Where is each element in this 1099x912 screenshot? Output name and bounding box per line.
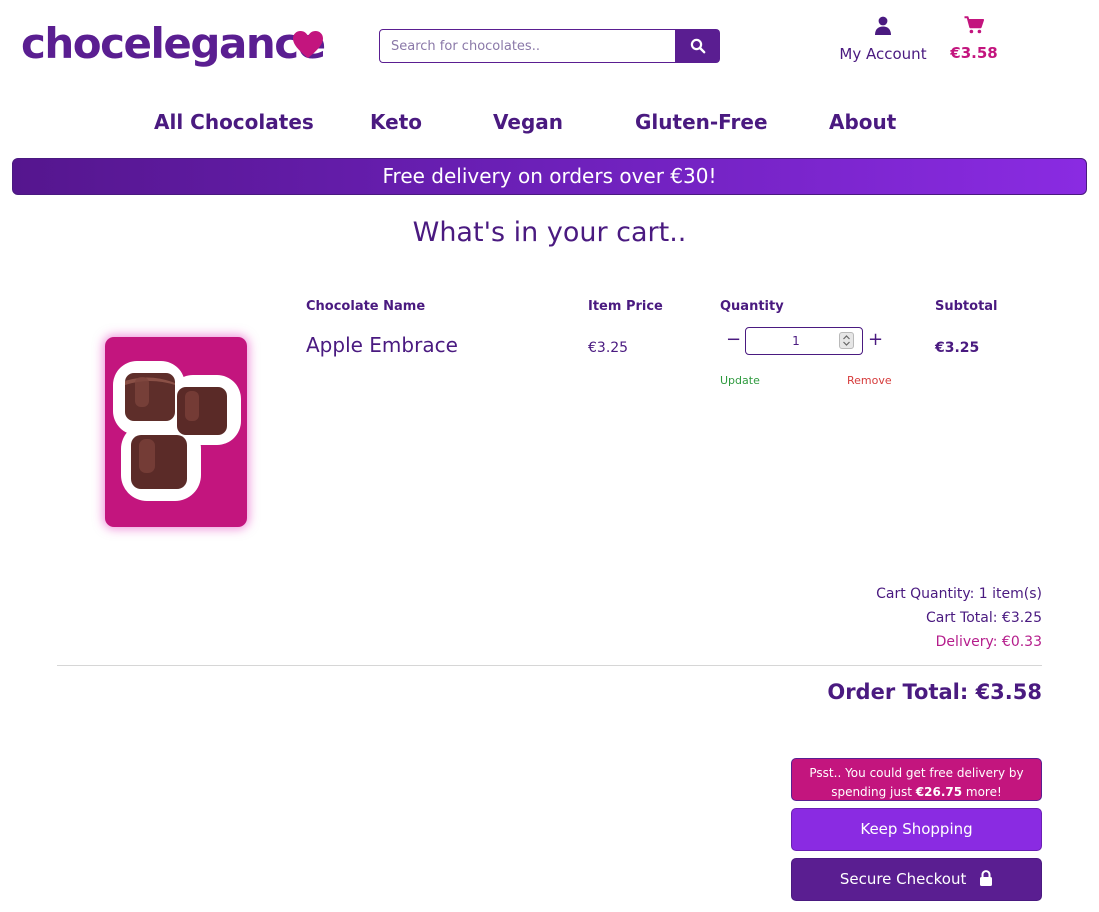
delivery-cost: Delivery: €0.33 — [935, 634, 1042, 650]
nav-keto[interactable]: Keto — [370, 108, 422, 136]
nav-all-chocolates[interactable]: All Chocolates — [154, 108, 314, 136]
account-label: My Account — [839, 45, 927, 63]
search-button[interactable] — [675, 29, 720, 63]
secure-checkout-button[interactable]: Secure Checkout — [791, 858, 1042, 901]
product-name[interactable]: Apple Embrace — [306, 332, 458, 358]
nav-about[interactable]: About — [829, 108, 896, 136]
free-delivery-notice: Psst.. You could get free delivery by sp… — [791, 758, 1042, 801]
search-input[interactable] — [379, 29, 676, 63]
header-cart-total: €3.58 — [950, 44, 998, 62]
cart-quantity: Cart Quantity: 1 item(s) — [876, 586, 1042, 602]
logo[interactable]: chocelegance — [21, 18, 326, 70]
item-subtotal: €3.25 — [935, 340, 980, 356]
column-header-price: Item Price — [588, 299, 663, 314]
nav-vegan[interactable]: Vegan — [493, 108, 563, 136]
lock-icon — [980, 870, 993, 886]
order-total: Order Total: €3.58 — [827, 680, 1042, 704]
search-icon — [690, 38, 705, 54]
notice-suffix: more! — [962, 785, 1002, 799]
column-header-name: Chocolate Name — [306, 299, 426, 314]
column-header-quantity: Quantity — [720, 299, 784, 314]
quantity-increment-button[interactable]: + — [868, 329, 883, 351]
remove-link[interactable]: Remove — [847, 374, 892, 387]
quantity-decrement-button[interactable]: − — [726, 329, 741, 351]
product-image[interactable] — [105, 337, 247, 527]
page-title: What's in your cart.. — [412, 217, 687, 248]
item-price: €3.25 — [588, 340, 629, 356]
user-icon — [875, 16, 891, 35]
nav-gluten-free[interactable]: Gluten-Free — [635, 108, 768, 136]
quantity-spinner[interactable] — [839, 332, 854, 349]
my-account-link[interactable]: My Account — [835, 16, 931, 63]
cart-link[interactable]: €3.58 — [948, 16, 1000, 62]
divider — [57, 665, 1042, 666]
free-delivery-banner: Free delivery on orders over €30! — [12, 158, 1087, 195]
column-header-subtotal: Subtotal — [935, 299, 998, 314]
search-bar — [379, 29, 720, 63]
update-link[interactable]: Update — [720, 374, 760, 387]
keep-shopping-label: Keep Shopping — [860, 820, 973, 838]
keep-shopping-button[interactable]: Keep Shopping — [791, 808, 1042, 851]
secure-checkout-label: Secure Checkout — [839, 870, 967, 888]
cart-total: Cart Total: €3.25 — [926, 610, 1042, 626]
heart-icon — [293, 31, 323, 58]
notice-amount: €26.75 — [915, 785, 963, 799]
cart-icon — [964, 16, 984, 34]
